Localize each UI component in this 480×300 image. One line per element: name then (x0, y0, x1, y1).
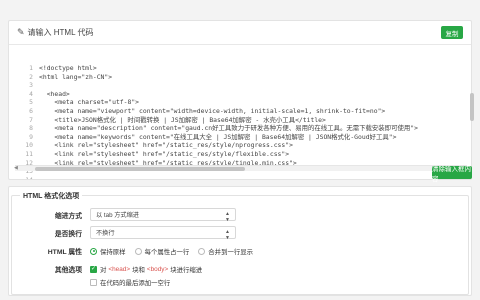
line-number-gutter: 123456789101112131415 (15, 64, 33, 179)
code-line[interactable] (39, 81, 463, 90)
line-number: 2 (29, 72, 33, 81)
line-number: 7 (29, 115, 33, 124)
other-label: 其他选项 (54, 267, 82, 274)
horizontal-scrollbar-thumb[interactable] (35, 167, 245, 171)
line-number: 8 (29, 124, 33, 133)
format-options-panel: HTML 格式化选项 缩进方式 以 tab 方式缩进 ▲ ▼ 是否换行 不换行 ▲… (8, 186, 472, 296)
attr-label: HTML 属性 (47, 249, 82, 256)
indent-head-body-checkbox[interactable]: 对 <head> 块和 <body> 块进行缩进 (90, 265, 202, 274)
line-number: 9 (29, 132, 33, 141)
code-line[interactable]: <meta charset="utf-8"> (39, 98, 463, 107)
wrap-select[interactable]: 不换行 ▲ ▼ (90, 226, 236, 241)
line-number: 11 (25, 149, 33, 158)
card-title: 请输入 HTML 代码 (27, 28, 94, 37)
horizontal-scrollbar[interactable] (15, 165, 467, 171)
attr-radio-each-line[interactable]: 每个属性占一行 (134, 247, 189, 256)
code-line[interactable]: <!doctype html> (39, 64, 463, 73)
indent-select-value: 以 tab 方式缩进 (96, 212, 139, 219)
scroll-left-icon[interactable]: ◀ (14, 165, 18, 171)
trailing-newline-checkbox[interactable]: 在代码的最后添加一空行 (90, 278, 170, 287)
wrap-row: 是否换行 不换行 ▲ ▼ (12, 226, 236, 241)
checkbox-icon (90, 279, 97, 286)
line-number: 6 (29, 106, 33, 115)
indent-row: 缩进方式 以 tab 方式缩进 ▲ ▼ (12, 208, 236, 223)
code-line[interactable]: <link rel="stylesheet" href="/static_res… (39, 141, 463, 150)
code-line[interactable]: <link rel="stylesheet" href="/static_res… (39, 150, 463, 159)
checkbox-checked-icon (90, 265, 97, 273)
code-editor[interactable]: 123456789101112131415 <!doctype html><ht… (15, 49, 475, 179)
clear-input-button[interactable]: 清除输入框内容 (432, 166, 472, 183)
options-legend: HTML 格式化选项 (20, 191, 83, 201)
line-number: 14 (15, 176, 33, 179)
select-arrows-icon: ▲ ▼ (225, 229, 230, 241)
html-input-card: ✎ 请输入 HTML 代码 复制 123456789101112131415 <… (8, 20, 475, 180)
other-row: 其他选项 对 <head> 块和 <body> 块进行缩进 (12, 264, 202, 275)
radio-icon (134, 247, 142, 255)
code-line[interactable]: <title>JSON格式化 | 时间戳转换 | JS加解密 | Base64加… (39, 116, 463, 125)
top-bar (0, 0, 480, 18)
card-header: ✎ 请输入 HTML 代码 (9, 21, 471, 45)
line-number: 1 (29, 64, 33, 72)
select-arrows-icon: ▲ ▼ (225, 211, 230, 223)
line-number: 3 (29, 81, 33, 90)
attr-radio-keep[interactable]: 保持原样 (90, 247, 126, 256)
other-row-2: 在代码的最后添加一空行 (90, 278, 170, 287)
code-line[interactable]: <html lang="zh-CN"> (39, 73, 463, 82)
options-fieldset: HTML 格式化选项 缩进方式 以 tab 方式缩进 ▲ ▼ 是否换行 不换行 ▲… (11, 191, 469, 295)
copy-button[interactable]: 复制 (441, 26, 463, 39)
radio-selected-icon (90, 247, 97, 255)
wrap-select-value: 不换行 (96, 230, 115, 237)
code-line[interactable]: <meta name="keywords" content="在线工具大全 | … (39, 133, 463, 142)
line-number: 4 (29, 89, 33, 98)
attr-row: HTML 属性 保持原样 每个属性占一行 合并到一行显示 (12, 246, 262, 256)
code-content[interactable]: <!doctype html> <html lang="zh-CN"> <head… (39, 64, 463, 179)
indent-select[interactable]: 以 tab 方式缩进 ▲ ▼ (90, 208, 236, 223)
line-number: 5 (29, 98, 33, 107)
code-line[interactable] (39, 176, 463, 179)
pencil-icon: ✎ (17, 27, 25, 37)
radio-icon (198, 247, 206, 255)
code-line[interactable]: <head> (39, 90, 463, 99)
line-number: 10 (25, 141, 33, 150)
wrap-label: 是否换行 (54, 230, 82, 238)
attr-radio-single-line[interactable]: 合并到一行显示 (198, 247, 253, 256)
indent-label: 缩进方式 (54, 212, 82, 220)
code-line[interactable]: <meta name="viewport" content="width=dev… (39, 107, 463, 116)
code-line[interactable]: <meta name="description" content="gaud.c… (39, 124, 463, 133)
vertical-scrollbar-thumb[interactable] (470, 93, 474, 121)
